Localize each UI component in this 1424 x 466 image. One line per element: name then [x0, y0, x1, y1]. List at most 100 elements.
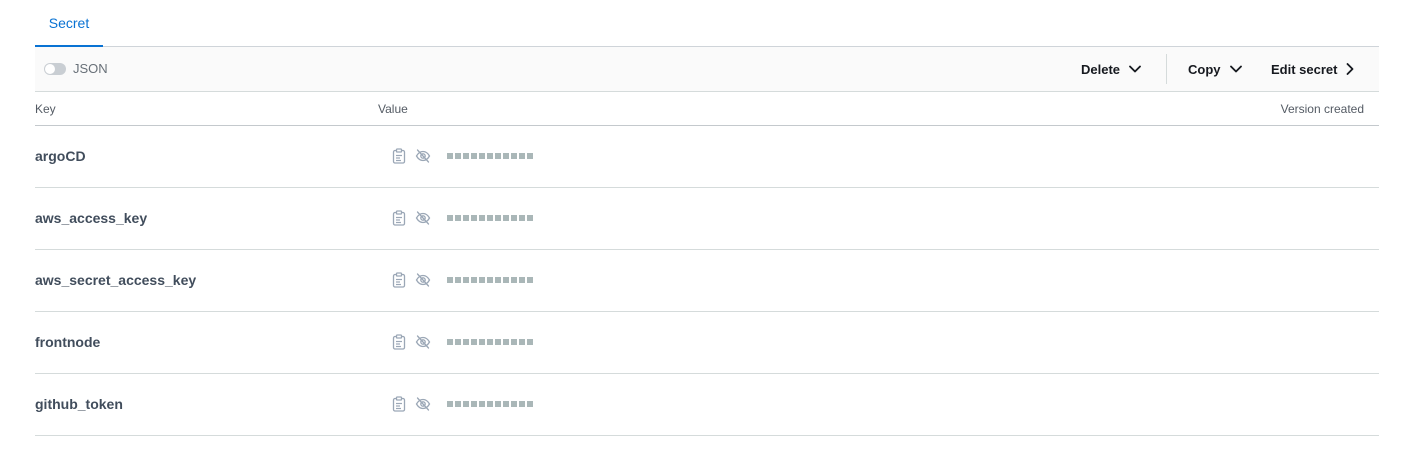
mask-dot: [471, 215, 477, 221]
mask-dot: [511, 339, 517, 345]
mask-dot: [511, 277, 517, 283]
mask-dot: [463, 153, 469, 159]
mask-dot: [471, 339, 477, 345]
mask-dot: [527, 339, 533, 345]
chevron-down-icon: [1129, 65, 1141, 73]
edit-secret-button[interactable]: Edit secret: [1271, 60, 1354, 78]
tab-secret[interactable]: Secret: [35, 0, 103, 47]
mask-dot: [479, 401, 485, 407]
eye-off-icon[interactable]: [415, 272, 431, 288]
mask-dot: [527, 277, 533, 283]
copy-dropdown-button[interactable]: Copy: [1188, 60, 1242, 78]
mask-dot: [511, 401, 517, 407]
eye-off-icon[interactable]: [415, 148, 431, 164]
secret-key: frontnode: [35, 334, 101, 350]
clipboard-icon[interactable]: [391, 210, 407, 226]
toolbar-divider: [1166, 54, 1167, 84]
mask-dot: [455, 339, 461, 345]
eye-off-icon[interactable]: [415, 334, 431, 350]
mask-dot: [479, 277, 485, 283]
mask-dot: [503, 153, 509, 159]
mask-dot: [463, 339, 469, 345]
mask-dot: [479, 215, 485, 221]
toolbar: JSON Delete Copy Edit secret: [35, 47, 1379, 92]
mask-dot: [463, 401, 469, 407]
mask-dot: [519, 277, 525, 283]
table-body: argoCD aws_access_key aws_secret_access_ke…: [35, 126, 1379, 436]
table-row: argoCD: [35, 126, 1379, 188]
mask-dot: [527, 153, 533, 159]
mask-dot: [519, 401, 525, 407]
delete-label: Delete: [1081, 61, 1121, 77]
clipboard-icon[interactable]: [391, 396, 407, 412]
mask-dot: [495, 401, 501, 407]
mask-dot: [471, 401, 477, 407]
mask-dot: [471, 277, 477, 283]
table-row: aws_access_key: [35, 188, 1379, 250]
secret-key: aws_secret_access_key: [35, 272, 197, 288]
copy-label: Copy: [1188, 61, 1221, 77]
mask-dot: [527, 401, 533, 407]
table-header: Key Value Version created: [35, 92, 1379, 126]
mask-dot: [471, 153, 477, 159]
mask-dot: [503, 339, 509, 345]
mask-dot: [487, 215, 493, 221]
mask-dot: [519, 339, 525, 345]
clipboard-icon[interactable]: [391, 334, 407, 350]
mask-dot: [503, 277, 509, 283]
masked-value: [447, 277, 533, 283]
eye-off-icon[interactable]: [415, 210, 431, 226]
clipboard-icon[interactable]: [391, 148, 407, 164]
mask-dot: [519, 215, 525, 221]
masked-value: [447, 153, 533, 159]
mask-dot: [503, 215, 509, 221]
mask-dot: [487, 401, 493, 407]
mask-dot: [495, 277, 501, 283]
secret-panel: Secret JSON Delete Copy Edit secret Key …: [35, 0, 1379, 436]
secret-key: github_token: [35, 396, 123, 412]
delete-dropdown-button[interactable]: Delete: [1081, 60, 1141, 78]
table-row: frontnode: [35, 312, 1379, 374]
mask-dot: [487, 153, 493, 159]
mask-dot: [455, 215, 461, 221]
column-header-key: Key: [35, 102, 56, 116]
secret-key: aws_access_key: [35, 210, 148, 226]
mask-dot: [511, 153, 517, 159]
mask-dot: [527, 215, 533, 221]
masked-value: [447, 401, 533, 407]
mask-dot: [455, 277, 461, 283]
json-toggle-label: JSON: [73, 61, 108, 76]
mask-dot: [495, 153, 501, 159]
mask-dot: [447, 277, 453, 283]
mask-dot: [487, 339, 493, 345]
masked-value: [447, 215, 533, 221]
table-row: aws_secret_access_key: [35, 250, 1379, 312]
mask-dot: [487, 277, 493, 283]
mask-dot: [447, 339, 453, 345]
mask-dot: [503, 401, 509, 407]
mask-dot: [511, 215, 517, 221]
column-header-version-created: Version created: [1280, 102, 1364, 116]
mask-dot: [455, 153, 461, 159]
clipboard-icon[interactable]: [391, 272, 407, 288]
mask-dot: [495, 339, 501, 345]
mask-dot: [447, 153, 453, 159]
mask-dot: [519, 153, 525, 159]
mask-dot: [447, 401, 453, 407]
column-header-value: Value: [378, 102, 408, 116]
mask-dot: [463, 215, 469, 221]
masked-value: [447, 339, 533, 345]
mask-dot: [479, 339, 485, 345]
json-toggle[interactable]: [44, 63, 66, 75]
edit-secret-label: Edit secret: [1271, 61, 1338, 77]
mask-dot: [463, 277, 469, 283]
toggle-knob: [45, 64, 55, 74]
table-row: github_token: [35, 374, 1379, 436]
mask-dot: [479, 153, 485, 159]
secret-key: argoCD: [35, 148, 86, 164]
mask-dot: [455, 401, 461, 407]
chevron-right-icon: [1347, 63, 1354, 75]
eye-off-icon[interactable]: [415, 396, 431, 412]
tab-bar: Secret: [35, 0, 1379, 47]
chevron-down-icon: [1229, 65, 1242, 73]
